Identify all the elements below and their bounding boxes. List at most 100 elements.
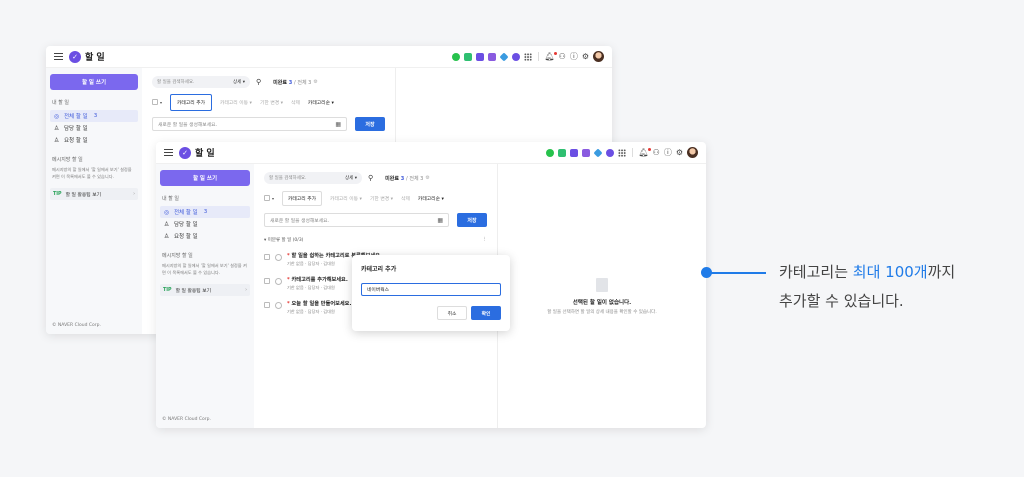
sort-dropdown[interactable]: 카테고리순 ▾ [308, 99, 334, 106]
avatar[interactable] [687, 147, 698, 158]
calendar-icon[interactable]: ▦ [437, 217, 443, 224]
apps-grid-icon[interactable] [523, 52, 532, 61]
tip-link[interactable]: TIP 할 일 활용팁 보기 › [160, 284, 250, 296]
tip-link[interactable]: TIP 할 일 활용팁 보기 › [50, 188, 138, 200]
count-settings-icon[interactable]: ⚙ [313, 79, 317, 85]
org-icon[interactable]: ⚇ [653, 148, 660, 157]
dialog-title: 카테고리 추가 [361, 266, 397, 273]
calendar-icon[interactable] [475, 52, 484, 61]
callout-highlight: 최대 100개 [852, 263, 928, 281]
more-icon[interactable]: ⋮ [483, 237, 488, 243]
add-task-input[interactable]: 새로운 할 일을 생성해보세요. ▦ [264, 213, 449, 227]
apps-grid-icon[interactable] [617, 148, 626, 157]
add-task-placeholder: 새로운 할 일을 생성해보세요. [158, 122, 218, 128]
save-button[interactable]: 저장 [457, 213, 487, 227]
add-task-input[interactable]: 새로운 할 일을 생성해보세요. ▦ [152, 117, 347, 131]
complete-toggle[interactable] [275, 253, 282, 261]
sidebar-item-assigned[interactable]: ♙ 담당 할 일 [50, 122, 138, 134]
check-circle-icon: ◎ [53, 112, 60, 120]
delete-button[interactable]: 삭제 [401, 195, 410, 202]
select-all-checkbox[interactable] [152, 99, 158, 105]
total-count: 전체 3 [297, 79, 312, 86]
sidebar-item-label: 전체 할 일 [64, 114, 88, 120]
move-category-dropdown[interactable]: 카테고리 이동 ▾ [220, 99, 252, 106]
tip-label: 할 일 활용팁 보기 [175, 288, 212, 294]
category-name-value: 네이버웍스 [367, 288, 390, 293]
calendar-icon[interactable]: ▦ [335, 121, 341, 128]
bell-icon[interactable]: 🔔︎ [545, 51, 557, 61]
task-checkbox[interactable] [264, 254, 270, 260]
sidebar-item-label: 담당 할 일 [64, 126, 88, 132]
new-task-button[interactable]: 할 일 쓰기 [50, 74, 138, 90]
chat-icon[interactable] [451, 52, 460, 61]
avatar[interactable] [593, 51, 604, 62]
org-icon[interactable]: ⚇ [559, 52, 566, 61]
sidebar-item-assigned[interactable]: ♙ 담당 할 일 [160, 218, 250, 230]
tip-badge: TIP [53, 191, 62, 197]
delete-button[interactable]: 삭제 [291, 99, 300, 106]
add-category-button[interactable]: 카테고리 추가 [170, 93, 213, 111]
complete-toggle[interactable] [275, 277, 282, 285]
task-meta: 기한 없음 · 담당자 · 김대원 [287, 309, 335, 314]
task-counts: 미완료 3 / 전체 3 [273, 79, 311, 86]
search-icon[interactable]: ⚲ [368, 174, 373, 182]
sort-dropdown[interactable]: 카테고리순 ▾ [418, 195, 444, 202]
chevron-down-icon[interactable]: ▾ [160, 100, 162, 105]
sidebar-item-requested[interactable]: ♙ 요청 할 일 [50, 134, 138, 146]
drive-icon[interactable] [498, 51, 509, 62]
bell-icon[interactable]: 🔔︎ [639, 147, 651, 157]
uncategorized-group-header[interactable]: ▾ 미분류 할 일 (0/3) ⋮ [254, 237, 497, 243]
category-name-input[interactable]: 네이버웍스 [361, 283, 501, 296]
chevron-right-icon: › [133, 191, 135, 197]
my-tasks-heading: 내 할 일 [162, 196, 179, 202]
new-task-button[interactable]: 할 일 쓰기 [160, 170, 250, 186]
sidebar-item-requested[interactable]: ♙ 요청 할 일 [160, 230, 250, 242]
sidebar-item-label: 담당 할 일 [174, 222, 198, 228]
change-due-dropdown[interactable]: 기한 변경 ▾ [260, 99, 283, 106]
contacts-icon[interactable] [487, 52, 496, 61]
move-category-dropdown[interactable]: 카테고리 이동 ▾ [330, 195, 362, 202]
select-all-checkbox[interactable] [264, 195, 270, 201]
add-category-button[interactable]: 카테고리 추가 [282, 190, 323, 206]
settings-icon[interactable]: ⚙ [676, 148, 683, 157]
contacts-icon[interactable] [581, 148, 590, 157]
top-bar: ✓ 할 일 🔔︎ ⚇ ⓘ ⚙ [156, 142, 706, 164]
todo-icon[interactable] [511, 52, 520, 61]
menu-icon[interactable] [164, 149, 173, 156]
calendar-icon[interactable] [569, 148, 578, 157]
drive-icon[interactable] [592, 147, 603, 158]
task-checkbox[interactable] [264, 278, 270, 284]
confirm-button[interactable]: 확인 [471, 306, 501, 320]
search-input[interactable]: 할 일을 검색하세요. 상세 ▾ [264, 172, 362, 184]
sidebar-item-all[interactable]: ◎ 전체 할 일 3 [160, 206, 250, 218]
sidebar-item-all[interactable]: ◎ 전체 할 일 3 [50, 110, 138, 122]
dialog-actions: 취소 확인 [361, 306, 501, 320]
cancel-button[interactable]: 취소 [437, 306, 467, 320]
save-button[interactable]: 저장 [355, 117, 385, 131]
count-settings-icon[interactable]: ⚙ [425, 175, 429, 181]
callout-line [711, 272, 766, 274]
search-icon[interactable]: ⚲ [256, 78, 261, 86]
chevron-down-icon[interactable]: ▾ [272, 196, 274, 201]
chat-icon[interactable] [545, 148, 554, 157]
settings-icon[interactable]: ⚙ [582, 52, 589, 61]
search-detail-toggle[interactable]: 상세 ▾ [345, 175, 357, 181]
count-separator: / [405, 175, 408, 182]
empty-subtitle: 할 일을 선택하면 할 일의 상세 내용을 확인할 수 있습니다. [547, 309, 657, 315]
sidebar: 할 일 쓰기 내 할 일 ◎ 전체 할 일 3 ♙ 담당 할 일 ♙ 요청 할 … [46, 68, 142, 334]
message-tasks-heading: 메시지방 할 일 [52, 157, 83, 163]
change-due-dropdown[interactable]: 기한 변경 ▾ [370, 195, 393, 202]
person-icon: ♙ [53, 124, 60, 132]
complete-toggle[interactable] [275, 301, 282, 309]
menu-icon[interactable] [54, 53, 63, 60]
help-icon[interactable]: ⓘ [570, 52, 578, 61]
help-icon[interactable]: ⓘ [664, 148, 672, 157]
task-checkbox[interactable] [264, 302, 270, 308]
task-meta: 기한 없음 · 담당자 · 김대원 [287, 285, 335, 290]
mail-icon[interactable] [557, 148, 566, 157]
task-body: * 카테고리를 추가해보세요. 기한 없음 · 담당자 · 김대원 [287, 276, 348, 291]
search-input[interactable]: 할 일을 검색하세요. 상세 ▾ [152, 76, 250, 88]
mail-icon[interactable] [463, 52, 472, 61]
todo-icon[interactable] [605, 148, 614, 157]
search-detail-toggle[interactable]: 상세 ▾ [233, 79, 245, 85]
